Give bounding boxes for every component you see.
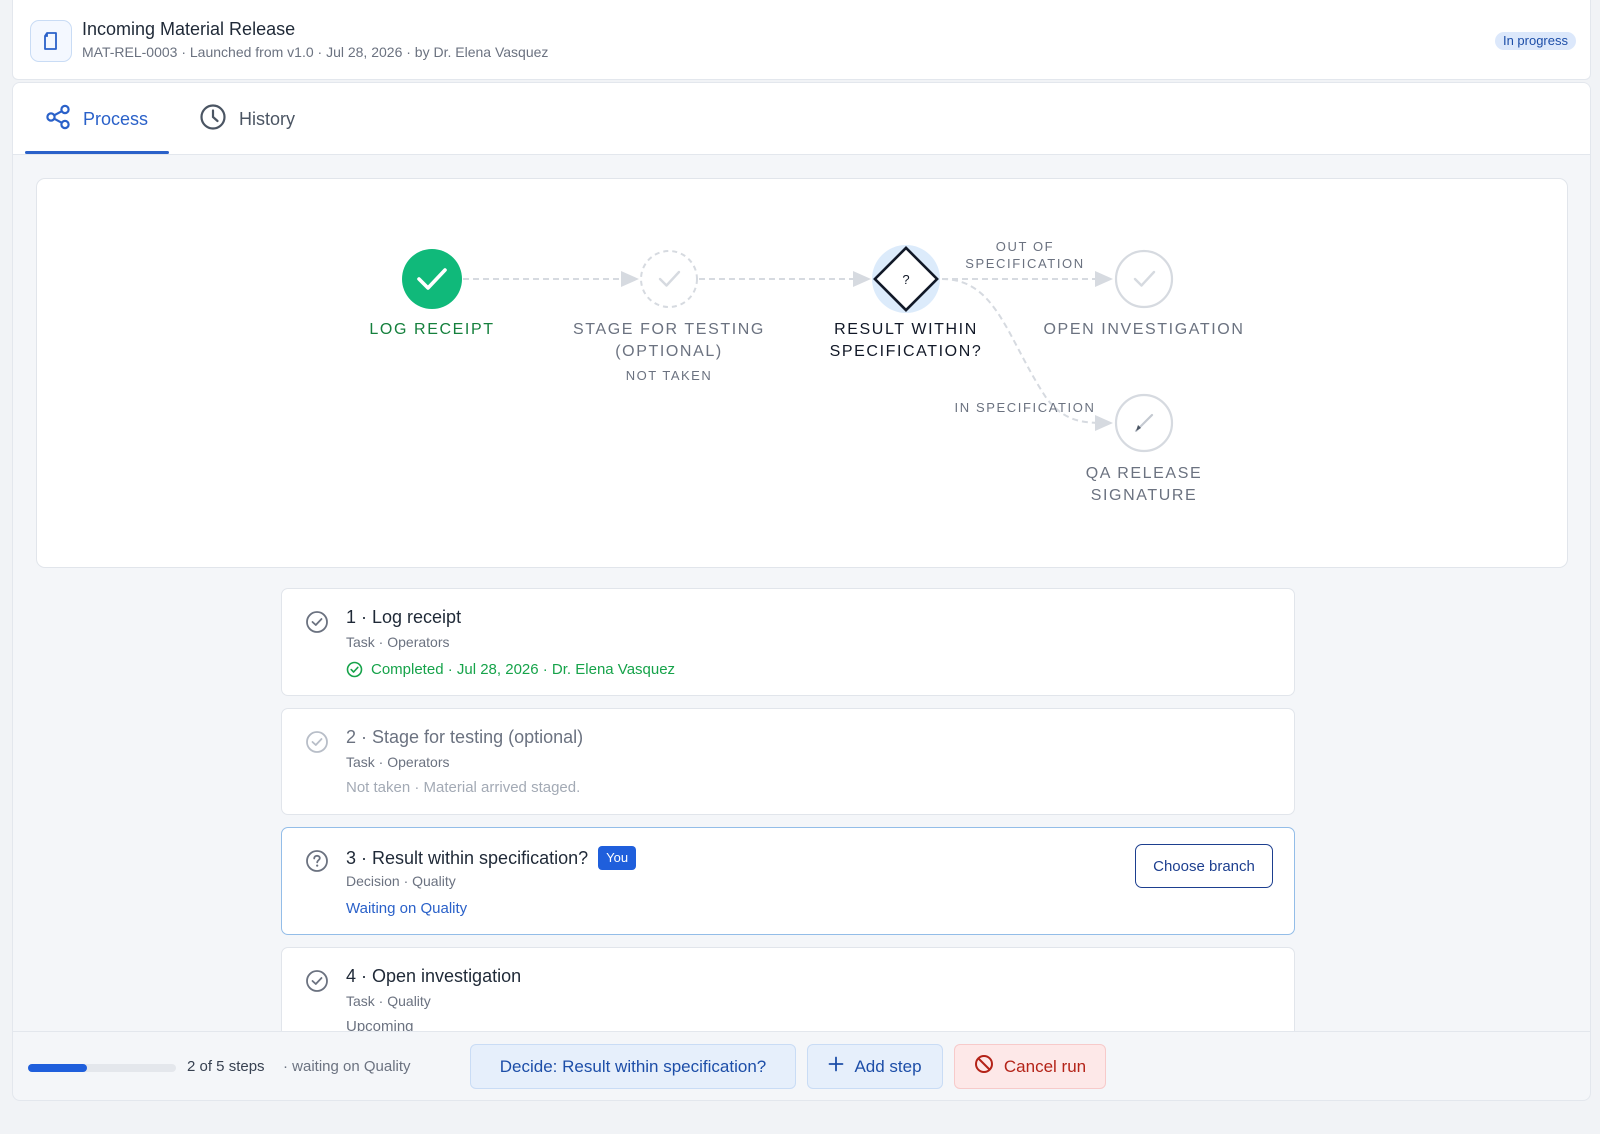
process-flow-diagram: ? LOG RECEIPT STAGE FOR TESTING (OPTIONA…: [36, 178, 1568, 568]
node-result-within-specification[interactable]: ?: [872, 245, 940, 313]
flow-graph: ?: [402, 245, 1174, 453]
tab-process-label: Process: [83, 108, 149, 129]
step-status: Waiting on Quality: [346, 900, 468, 917]
node-label-log-receipt: LOG RECEIPT: [369, 321, 495, 338]
choose-branch-button[interactable]: Choose branch: [1135, 844, 1273, 888]
step-card-result-within-specification[interactable]: 3 · Result within specification? You Deci…: [281, 827, 1295, 935]
step-list: 1 · Log receipt Task · Operators Complet…: [281, 588, 1295, 1051]
step-card-log-receipt[interactable]: 1 · Log receipt Task · Operators Complet…: [281, 588, 1295, 696]
step-title: 1 · Log receipt: [346, 607, 462, 627]
node-label-result-within-specification: RESULT WITHIN SPECIFICATION?: [829, 321, 983, 360]
cancel-run-button[interactable]: Cancel run: [954, 1044, 1106, 1089]
run-header: Incoming Material Release MAT-REL-0003 ·…: [12, 0, 1591, 80]
plus-icon: [828, 1056, 844, 1077]
step-meta: Decision · Quality: [346, 873, 456, 889]
status-badge: In progress: [1494, 32, 1576, 50]
run-subtitle: MAT-REL-0003 · Launched from v1.0 · Jul …: [82, 44, 549, 60]
tab-history-label: History: [239, 108, 296, 129]
step-card-stage-for-testing[interactable]: 2 · Stage for testing (optional) Task · …: [281, 708, 1295, 815]
step-meta: Task · Quality: [346, 993, 431, 1009]
tab-bar: Process History: [13, 83, 1590, 155]
progress-count: 2 of 5 steps: [187, 1058, 265, 1075]
node-label-qa-release-signature: QA RELEASE SIGNATURE: [1085, 465, 1203, 504]
node-label-open-investigation: OPEN INVESTIGATION: [1043, 321, 1245, 338]
node-log-receipt[interactable]: [402, 249, 462, 309]
edge-label-in-specification: IN SPECIFICATION: [954, 400, 1096, 415]
step-status: Not taken · Material arrived staged.: [346, 779, 581, 796]
active-tab-indicator: [25, 151, 169, 154]
step-status: Completed · Jul 28, 2026 · Dr. Elena Vas…: [346, 661, 675, 678]
progress-waiting-note: · waiting on Quality: [283, 1058, 411, 1075]
node-open-investigation[interactable]: [1114, 249, 1174, 309]
progress-bar: [28, 1064, 176, 1072]
node-stage-for-testing[interactable]: [640, 250, 698, 308]
step-title: 2 · Stage for testing (optional): [346, 727, 584, 747]
assignee-you-badge: You: [598, 846, 637, 870]
step-title: 4 · Open investigation: [346, 966, 522, 986]
node-label-stage-for-testing: STAGE FOR TESTING (OPTIONAL) NOT TAKEN: [569, 319, 769, 387]
step-title: 3 · Result within specification? You: [346, 846, 637, 870]
clock-icon: [199, 103, 227, 136]
check-circle-icon: [305, 969, 329, 998]
check-circle-icon: [305, 610, 329, 639]
decide-button[interactable]: Decide: Result within specification?: [470, 1044, 796, 1089]
step-meta: Task · Operators: [346, 754, 450, 770]
node-sublabel-not-taken: NOT TAKEN: [625, 368, 713, 383]
add-step-button[interactable]: Add step: [807, 1044, 943, 1089]
tab-process[interactable]: Process: [45, 83, 148, 155]
share-nodes-icon: [45, 104, 71, 135]
run-panel: Process History ? LOG RECEIPT STAGE FOR …: [12, 82, 1591, 1052]
document-icon: [30, 20, 72, 62]
progress-fill: [28, 1064, 88, 1072]
step-meta: Task · Operators: [346, 634, 450, 650]
page-title: Incoming Material Release: [82, 19, 296, 39]
question-glyph: ?: [902, 272, 909, 287]
action-bar: 2 of 5 steps · waiting on Quality Decide…: [12, 1031, 1591, 1101]
prohibited-icon: [974, 1054, 994, 1079]
edge-label-out-of-specification: OUT OF SPECIFICATION: [965, 239, 1085, 271]
completed-check-icon: [346, 661, 363, 678]
node-qa-release-signature[interactable]: [1114, 393, 1174, 453]
tab-history[interactable]: History: [199, 83, 295, 155]
check-circle-icon: [305, 730, 329, 759]
question-circle-icon: [305, 849, 329, 878]
